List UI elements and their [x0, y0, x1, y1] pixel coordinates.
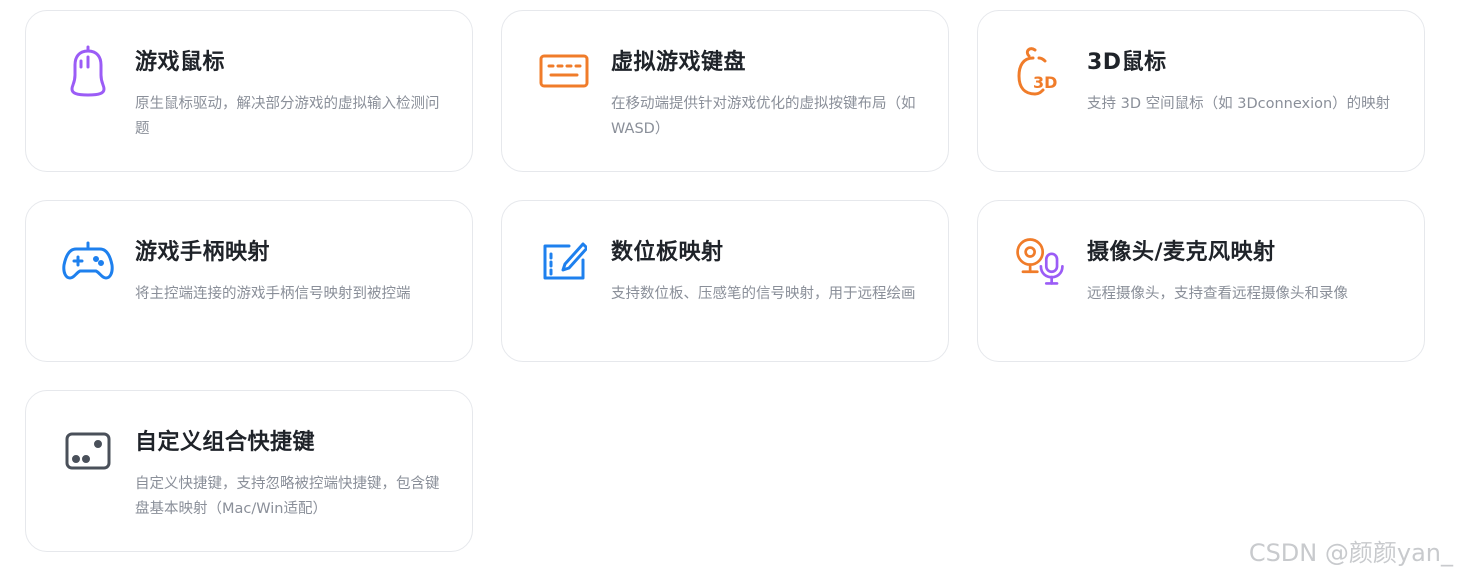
feature-card-tablet-mapping[interactable]: 数位板映射 支持数位板、压感笔的信号映射，用于远程绘画: [501, 200, 949, 362]
feature-card-game-mouse[interactable]: 游戏鼠标 原生鼠标驱动，解决部分游戏的虚拟输入检测问题: [25, 10, 473, 172]
card-title: 数位板映射: [611, 240, 724, 265]
card-description: 自定义快捷键，支持忽略被控端快捷键，包含键盘基本映射（Mac/Win适配）: [135, 476, 440, 517]
feature-card-custom-shortcuts[interactable]: 自定义组合快捷键 自定义快捷键，支持忽略被控端快捷键，包含键盘基本映射（Mac/…: [25, 390, 473, 552]
feature-grid: 游戏鼠标 原生鼠标驱动，解决部分游戏的虚拟输入检测问题 虚拟游戏键盘 在移动端提…: [25, 10, 1425, 552]
feature-card-gamepad-mapping[interactable]: 游戏手柄映射 将主控端连接的游戏手柄信号映射到被控端: [25, 200, 473, 362]
card-description: 支持数位板、压感笔的信号映射，用于远程绘画: [611, 286, 916, 302]
tablet-pen-icon: [538, 235, 590, 287]
feature-card-3d-mouse[interactable]: 3D 3D鼠标 支持 3D 空间鼠标（如 3Dconnexion）的映射: [977, 10, 1425, 172]
card-description: 原生鼠标驱动，解决部分游戏的虚拟输入检测问题: [135, 96, 440, 137]
card-title: 虚拟游戏键盘: [611, 50, 747, 75]
card-title: 自定义组合快捷键: [135, 430, 316, 455]
camera-microphone-icon: [1014, 235, 1066, 287]
keyboard-icon: [538, 45, 590, 97]
feature-card-camera-mic-mapping[interactable]: 摄像头/麦克风映射 远程摄像头，支持查看远程摄像头和录像: [977, 200, 1425, 362]
feature-card-virtual-keyboard[interactable]: 虚拟游戏键盘 在移动端提供针对游戏优化的虚拟按键布局（如WASD）: [501, 10, 949, 172]
card-title: 游戏手柄映射: [135, 240, 271, 265]
shortcut-keys-icon: [62, 425, 114, 477]
card-title: 3D鼠标: [1087, 50, 1167, 75]
card-description: 远程摄像头，支持查看远程摄像头和录像: [1087, 286, 1348, 302]
svg-text:3D: 3D: [1033, 73, 1057, 92]
watermark: CSDN @颜颜yan_: [1248, 539, 1453, 567]
card-description: 将主控端连接的游戏手柄信号映射到被控端: [135, 286, 411, 302]
mouse-icon: [62, 45, 114, 97]
card-title: 摄像头/麦克风映射: [1087, 240, 1276, 265]
card-title: 游戏鼠标: [135, 50, 226, 75]
3d-mouse-icon: 3D: [1014, 45, 1066, 97]
card-description: 支持 3D 空间鼠标（如 3Dconnexion）的映射: [1087, 96, 1391, 112]
gamepad-icon: [62, 235, 114, 287]
card-description: 在移动端提供针对游戏优化的虚拟按键布局（如WASD）: [611, 96, 916, 137]
